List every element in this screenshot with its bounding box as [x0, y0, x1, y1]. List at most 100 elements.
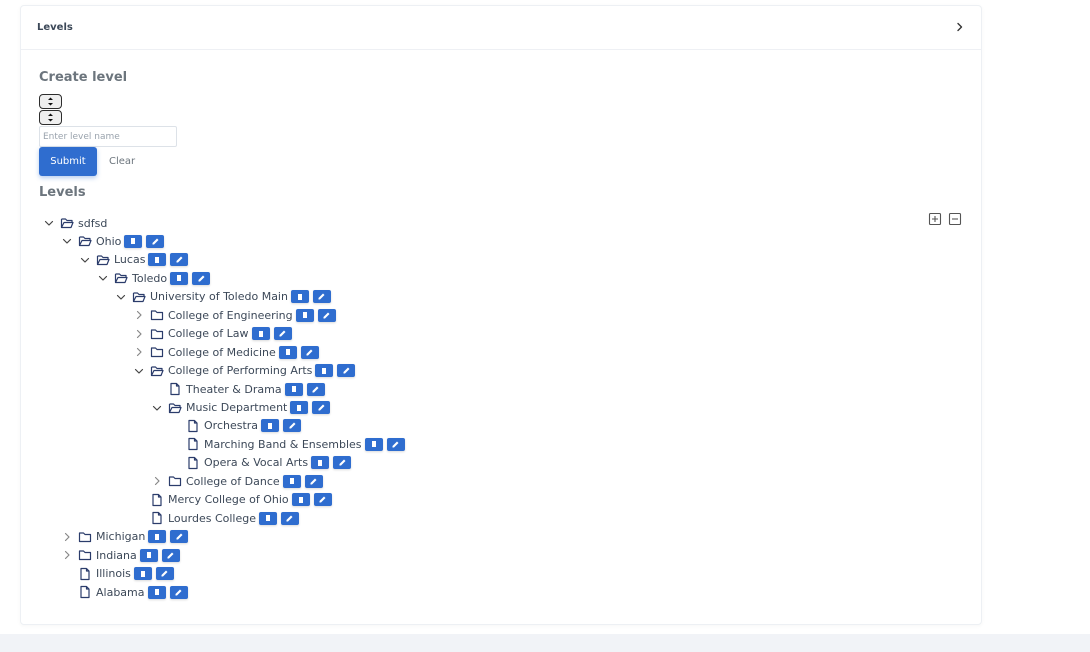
tree-node[interactable]: Marching Band & Ensembles: [168, 435, 405, 453]
delete-button[interactable]: [261, 419, 280, 433]
delete-button[interactable]: [124, 234, 143, 248]
chevron-right-icon[interactable]: [132, 345, 146, 359]
delete-button[interactable]: [315, 364, 334, 378]
chevron-right-icon[interactable]: [150, 474, 164, 488]
edit-button[interactable]: [312, 401, 331, 414]
tree-node-label[interactable]: University of Toledo Main: [150, 290, 288, 303]
tree-node-label[interactable]: Marching Band & Ensembles: [204, 438, 362, 451]
tree-node-label[interactable]: Theater & Drama: [186, 383, 282, 396]
edit-button[interactable]: [170, 253, 189, 267]
edit-button[interactable]: [312, 290, 331, 304]
tree-node-label[interactable]: Lucas: [114, 253, 145, 266]
minus-square-icon[interactable]: [948, 212, 962, 226]
tree-node-label[interactable]: Lourdes College: [168, 512, 256, 525]
tree-node[interactable]: University of Toledo Main: [114, 288, 331, 306]
chevron-down-icon[interactable]: [96, 271, 110, 285]
edit-button[interactable]: [337, 364, 356, 378]
tree-node-label[interactable]: Illinois: [96, 567, 131, 580]
tree-node-label[interactable]: College of Dance: [186, 475, 280, 488]
tree-node-label[interactable]: Alabama: [96, 586, 145, 599]
delete-button[interactable]: [251, 327, 270, 341]
chevron-down-icon[interactable]: [42, 216, 56, 230]
chevron-down-icon[interactable]: [60, 234, 74, 248]
edit-button[interactable]: [161, 548, 180, 562]
chevron-right-icon[interactable]: [60, 530, 74, 544]
chevron-right-icon[interactable]: [132, 327, 146, 341]
delete-button[interactable]: [148, 253, 167, 267]
tree-node[interactable]: Orchestra: [168, 417, 302, 435]
delete-button[interactable]: [170, 271, 189, 285]
tree-node[interactable]: Opera & Vocal Arts: [168, 454, 352, 472]
tree-node[interactable]: Lourdes College: [132, 509, 299, 527]
level-name-input[interactable]: [39, 126, 177, 147]
chevron-right-icon[interactable]: [132, 308, 146, 322]
edit-button[interactable]: [192, 271, 211, 285]
delete-button[interactable]: [290, 401, 309, 414]
tree-node[interactable]: Illinois: [60, 565, 174, 583]
delete-button[interactable]: [284, 382, 303, 396]
tree-node[interactable]: Indiana: [60, 546, 180, 564]
edit-button[interactable]: [169, 585, 188, 599]
edit-button[interactable]: [313, 493, 332, 507]
edit-button[interactable]: [273, 327, 292, 341]
tree-node-label[interactable]: Music Department: [186, 401, 287, 414]
tree-node[interactable]: College of Dance: [150, 472, 323, 490]
delete-button[interactable]: [139, 548, 158, 562]
edit-button[interactable]: [317, 308, 336, 322]
tree-node[interactable]: Music Department: [150, 399, 331, 417]
tree-node[interactable]: Toledo: [96, 269, 211, 287]
tree-node[interactable]: College of Performing Arts: [132, 362, 356, 380]
tree-node[interactable]: Michigan: [60, 528, 189, 546]
tree-node-label[interactable]: College of Law: [168, 327, 249, 340]
edit-button[interactable]: [304, 474, 323, 488]
delete-button[interactable]: [311, 456, 330, 470]
plus-square-icon[interactable]: [928, 212, 942, 226]
chevron-down-icon[interactable]: [114, 290, 128, 304]
clear-button[interactable]: Clear: [105, 154, 139, 169]
delete-button[interactable]: [133, 567, 152, 581]
edit-button[interactable]: [280, 511, 299, 525]
tree-node[interactable]: Alabama: [60, 583, 188, 601]
chevron-down-icon[interactable]: [132, 364, 146, 378]
tree-node[interactable]: College of Law: [132, 325, 292, 343]
delete-button[interactable]: [295, 308, 314, 322]
tree-node-label[interactable]: sdfsd: [78, 217, 107, 230]
delete-button[interactable]: [278, 345, 297, 359]
submit-button[interactable]: Submit: [39, 147, 97, 176]
delete-button[interactable]: [258, 511, 277, 525]
tree-node-label[interactable]: Toledo: [132, 272, 167, 285]
tree-node-label[interactable]: College of Performing Arts: [168, 364, 312, 377]
tree-node[interactable]: Mercy College of Ohio: [132, 491, 332, 509]
tree-node-label[interactable]: Mercy College of Ohio: [168, 493, 289, 506]
tree-node-label[interactable]: Michigan: [96, 530, 145, 543]
chevron-right-icon[interactable]: [953, 20, 967, 34]
edit-button[interactable]: [333, 456, 352, 470]
edit-button[interactable]: [386, 437, 405, 451]
level-type-select[interactable]: [39, 110, 62, 125]
tree-node[interactable]: Theater & Drama: [150, 380, 325, 398]
delete-button[interactable]: [364, 437, 383, 451]
chevron-right-icon[interactable]: [60, 548, 74, 562]
tree-node[interactable]: College of Engineering: [132, 306, 336, 324]
card-header[interactable]: Levels: [21, 6, 981, 50]
tree-node-label[interactable]: Orchestra: [204, 419, 258, 432]
parent-level-select[interactable]: [39, 94, 62, 109]
delete-button[interactable]: [290, 290, 309, 304]
tree-node-label[interactable]: Ohio: [96, 235, 121, 248]
tree-node-label[interactable]: Opera & Vocal Arts: [204, 456, 308, 469]
delete-button[interactable]: [282, 474, 301, 488]
chevron-down-icon[interactable]: [78, 253, 92, 267]
tree-node-label[interactable]: Indiana: [96, 549, 137, 562]
edit-button[interactable]: [306, 382, 325, 396]
tree-node[interactable]: Ohio: [60, 232, 165, 250]
edit-button[interactable]: [146, 234, 165, 248]
tree-node-label[interactable]: College of Medicine: [168, 346, 276, 359]
tree-node[interactable]: Lucas: [78, 251, 189, 269]
chevron-down-icon[interactable]: [150, 401, 164, 415]
edit-button[interactable]: [300, 345, 319, 359]
tree-node[interactable]: sdfsd: [42, 214, 107, 232]
delete-button[interactable]: [148, 530, 167, 544]
delete-button[interactable]: [291, 493, 310, 507]
edit-button[interactable]: [283, 419, 302, 433]
edit-button[interactable]: [170, 530, 189, 544]
